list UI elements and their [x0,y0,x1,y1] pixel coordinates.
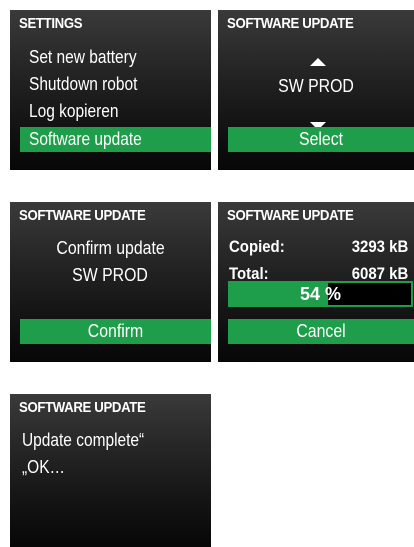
select-button[interactable]: Select [228,127,414,152]
confirm-software-name: SW PROD [72,265,149,285]
menu-item-shutdown-robot[interactable]: Shutdown robot [29,74,137,95]
menu-item-software-update-selected[interactable]: Software update [20,127,211,152]
option-value: SW PROD [278,76,354,96]
copied-value: 3293 kB [351,237,408,256]
complete-message: Update complete“ [22,430,145,450]
panel-title: SOFTWARE UPDATE [227,207,354,224]
ok-prompt: „OK… [22,457,66,477]
cancel-button[interactable]: Cancel [228,319,414,344]
settings-panel: SETTINGS Set new battery Shutdown robot … [10,10,211,170]
menu-item-set-new-battery[interactable]: Set new battery [29,47,137,68]
select-button-label: Select [298,129,344,149]
confirm-update-panel: SOFTWARE UPDATE Confirm update SW PROD C… [10,202,211,362]
menu-item-software-update: Software update [29,129,142,149]
progress-percent: 54 % [299,284,342,304]
confirm-message: Confirm update [56,238,165,258]
update-progress-panel: SOFTWARE UPDATE Copied: 3293 kB Total: 6… [218,202,414,362]
panel-title: SOFTWARE UPDATE [19,207,146,224]
panel-title: SOFTWARE UPDATE [227,15,354,32]
cancel-button-label: Cancel [296,321,346,341]
progress-bar: 54 % [228,281,413,307]
copied-label: Copied: [229,237,285,256]
arrow-up-icon[interactable] [310,58,326,66]
software-update-select-panel: SOFTWARE UPDATE SW PROD Select [218,10,414,170]
confirm-button[interactable]: Confirm [20,319,211,344]
menu-item-log-kopieren[interactable]: Log kopieren [29,101,119,122]
panel-title: SETTINGS [19,15,83,32]
confirm-button-label: Confirm [87,321,144,341]
panel-title: SOFTWARE UPDATE [19,399,146,416]
update-complete-panel: SOFTWARE UPDATE Update complete“ „OK… [10,394,211,547]
